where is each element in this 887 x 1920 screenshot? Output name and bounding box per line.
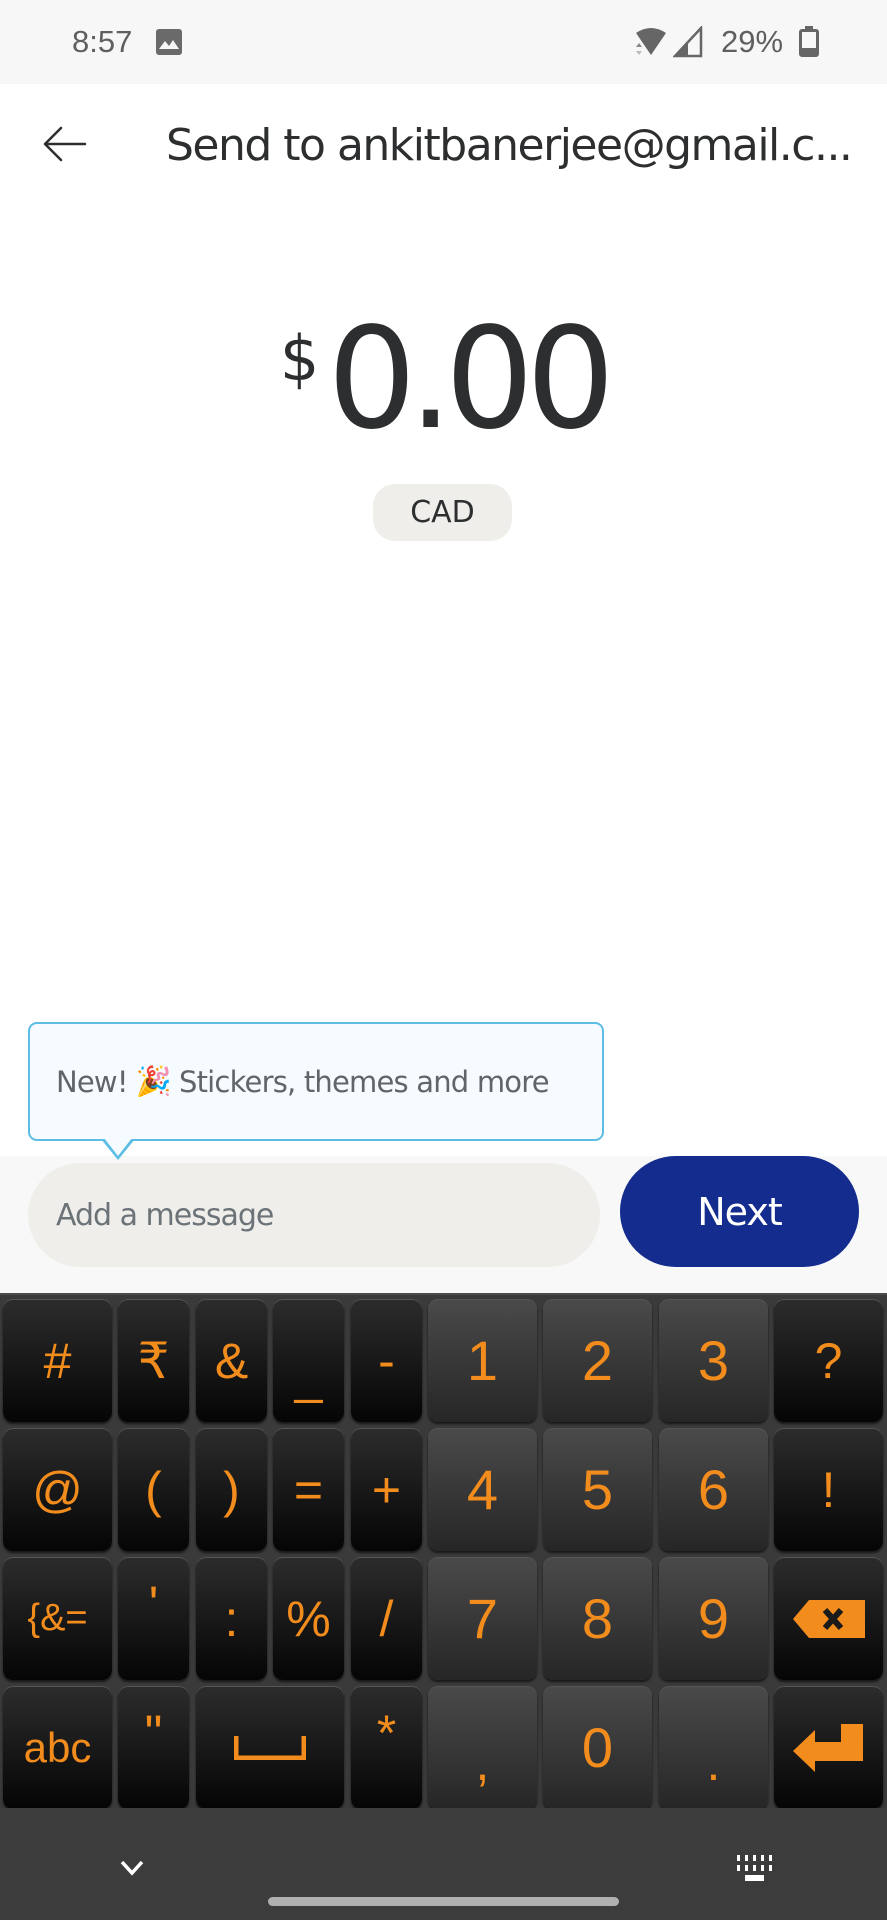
- key-plus[interactable]: +: [351, 1428, 422, 1551]
- key-symbols-more[interactable]: {&=: [3, 1557, 112, 1680]
- keyboard: # ₹ & _ - 1 2 3? @ () = +4 5 6! {&= ':% / 7 8 9 abc " *, 0.: [0, 1293, 887, 1809]
- key-quote[interactable]: ": [118, 1686, 189, 1809]
- key-abc[interactable]: abc: [3, 1686, 112, 1809]
- enter-icon: [792, 1723, 863, 1772]
- wifi-icon: [634, 27, 668, 64]
- key-equals[interactable]: =: [273, 1428, 344, 1551]
- key-label: 7: [466, 1587, 499, 1650]
- key-label: &: [214, 1332, 249, 1389]
- key-comma[interactable]: ,: [428, 1686, 537, 1809]
- key-hash[interactable]: #: [3, 1299, 112, 1422]
- key-paren-open[interactable]: (: [118, 1428, 189, 1551]
- key-label: 0: [581, 1716, 614, 1779]
- key-digit-9[interactable]: 9: [659, 1557, 768, 1680]
- amount-value: 0.00: [327, 298, 615, 461]
- key-label: *: [376, 1704, 397, 1761]
- key-digit-6[interactable]: 6: [659, 1428, 768, 1551]
- key-backspace[interactable]: [774, 1557, 883, 1680]
- key-exclamation[interactable]: !: [774, 1428, 883, 1551]
- key-space[interactable]: [196, 1686, 344, 1809]
- key-question[interactable]: ?: [774, 1299, 883, 1422]
- tooltip-prefix: New!: [56, 1064, 128, 1099]
- tooltip-pointer-fill: [104, 1138, 132, 1156]
- key-underscore[interactable]: _: [273, 1299, 344, 1422]
- currency-selector[interactable]: CAD: [373, 484, 512, 541]
- key-label: ₹: [137, 1332, 170, 1389]
- new-features-tooltip[interactable]: New! 🎉 Stickers, themes and more: [28, 1022, 604, 1141]
- key-label: #: [43, 1332, 72, 1389]
- key-paren-close[interactable]: ): [196, 1428, 267, 1551]
- key-label: 1: [466, 1329, 499, 1392]
- chevron-down-icon: [120, 1860, 144, 1876]
- key-label: ': [148, 1575, 159, 1632]
- key-label: 6: [697, 1458, 730, 1521]
- currency-symbol: $: [279, 322, 320, 395]
- key-minus[interactable]: -: [351, 1299, 422, 1422]
- arrow-left-icon: [43, 126, 87, 162]
- key-label: 9: [697, 1587, 730, 1650]
- key-digit-2[interactable]: 2: [543, 1299, 652, 1422]
- next-button[interactable]: Next: [620, 1156, 859, 1267]
- status-time: 8:57: [72, 24, 133, 59]
- key-label: ): [223, 1461, 240, 1518]
- page-title: Send to ankitbanerjee@gmail.c...: [166, 120, 853, 171]
- back-button[interactable]: [30, 114, 100, 174]
- key-digit-8[interactable]: 8: [543, 1557, 652, 1680]
- key-label: 5: [581, 1458, 614, 1521]
- key-digit-3[interactable]: 3: [659, 1299, 768, 1422]
- key-label: abc: [23, 1723, 92, 1771]
- key-enter[interactable]: [774, 1686, 883, 1809]
- party-popper-icon: 🎉: [135, 1064, 172, 1098]
- status-bar: 8:57 29%: [0, 0, 887, 84]
- battery-percent: 29%: [721, 24, 784, 59]
- key-label: =: [293, 1461, 324, 1518]
- battery-icon: [799, 26, 819, 57]
- key-slash[interactable]: /: [351, 1557, 422, 1680]
- key-label: %: [286, 1590, 331, 1647]
- key-ampersand[interactable]: &: [196, 1299, 267, 1422]
- key-digit-5[interactable]: 5: [543, 1428, 652, 1551]
- key-rupee[interactable]: ₹: [118, 1299, 189, 1422]
- key-digit-1[interactable]: 1: [428, 1299, 537, 1422]
- key-label: 4: [466, 1458, 499, 1521]
- backspace-icon: [792, 1599, 865, 1638]
- switch-keyboard-button[interactable]: [734, 1848, 776, 1888]
- key-label: 8: [581, 1587, 614, 1650]
- space-icon: [234, 1735, 306, 1760]
- header: Send to ankitbanerjee@gmail.c...: [0, 84, 887, 214]
- key-label: @: [32, 1461, 83, 1518]
- key-percent[interactable]: %: [273, 1557, 344, 1680]
- keyboard-switch-icon: [737, 1855, 772, 1881]
- key-label: ": [144, 1704, 163, 1761]
- home-gesture-handle[interactable]: [268, 1897, 619, 1906]
- key-digit-4[interactable]: 4: [428, 1428, 537, 1551]
- key-digit-0[interactable]: 0: [543, 1686, 652, 1809]
- key-label: /: [379, 1590, 394, 1647]
- tooltip-text: Stickers, themes and more: [179, 1064, 550, 1099]
- key-colon[interactable]: :: [196, 1557, 267, 1680]
- key-label: (: [145, 1461, 162, 1518]
- key-label: 3: [697, 1329, 730, 1392]
- key-label: 2: [581, 1329, 614, 1392]
- key-period[interactable]: .: [659, 1686, 768, 1809]
- key-label: ,: [475, 1734, 490, 1791]
- image-notification-icon: [156, 29, 182, 55]
- hide-keyboard-button[interactable]: [112, 1848, 152, 1888]
- amount-display[interactable]: $ 0.00: [0, 300, 887, 460]
- key-asterisk[interactable]: *: [351, 1686, 422, 1809]
- key-label: _: [294, 1347, 323, 1404]
- key-label: {&=: [27, 1597, 88, 1639]
- navigation-bar: [0, 1808, 887, 1920]
- key-label: !: [821, 1461, 836, 1518]
- key-at[interactable]: @: [3, 1428, 112, 1551]
- key-label: :: [224, 1590, 239, 1647]
- key-apostrophe[interactable]: ': [118, 1557, 189, 1680]
- key-label: +: [371, 1461, 402, 1518]
- key-label: ?: [814, 1332, 843, 1389]
- cell-signal-icon: [672, 24, 703, 63]
- key-digit-7[interactable]: 7: [428, 1557, 537, 1680]
- key-label: -: [378, 1332, 395, 1389]
- key-label: .: [706, 1734, 721, 1791]
- message-input[interactable]: [28, 1163, 600, 1267]
